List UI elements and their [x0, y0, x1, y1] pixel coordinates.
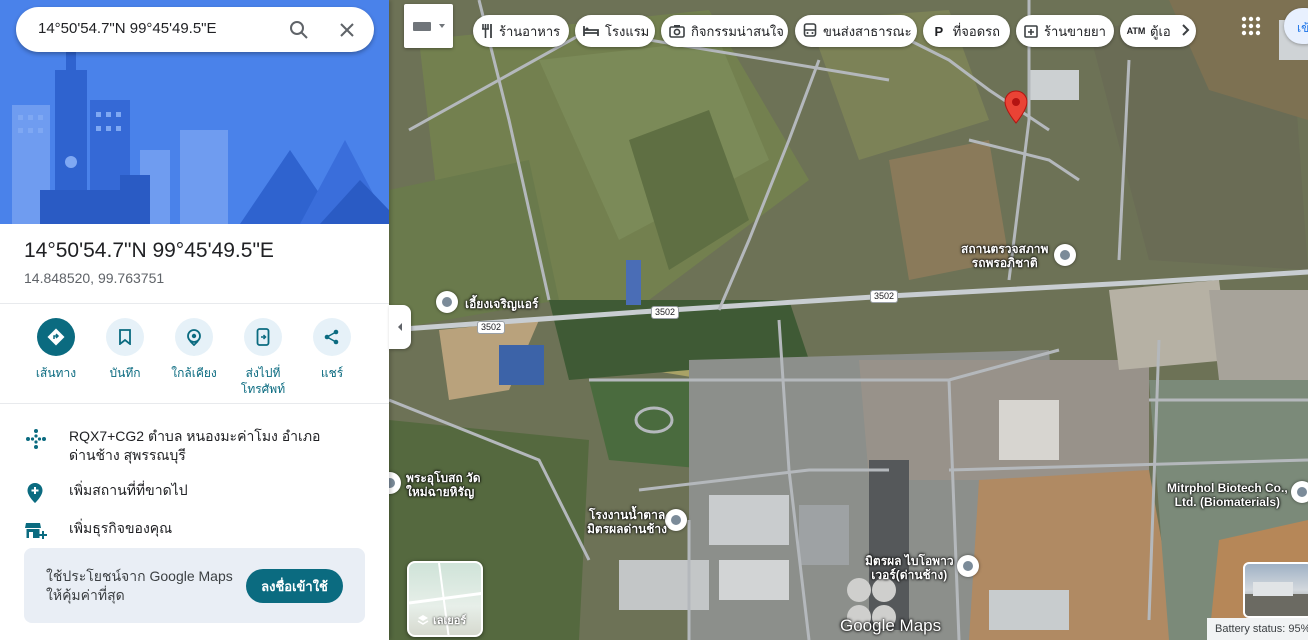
layers-icon	[417, 615, 429, 625]
send-to-phone-button[interactable]: ส่งไปที่โทรศัพท์	[228, 318, 298, 397]
directions-button[interactable]: เส้นทาง	[21, 318, 91, 381]
camera-icon	[669, 23, 685, 39]
side-panel: 14°50'54.7"N 99°45'49.5"E 14.848520, 99.…	[0, 0, 389, 640]
close-icon[interactable]	[334, 17, 360, 43]
plus-code-row[interactable]: RQX7+CG2 ตำบล หนองมะค่าโมง อำเภอด่านช้าง…	[0, 427, 389, 465]
add-business-row[interactable]: เพิ่มธุรกิจของคุณ	[0, 519, 389, 543]
poi-marker[interactable]	[1054, 244, 1076, 266]
share-icon	[313, 318, 351, 356]
chevron-left-icon	[398, 323, 402, 331]
chip-label: ที่จอดรถ	[952, 23, 1000, 39]
poi-label[interactable]: Mitrphol Biotech Co., Ltd. (Biomaterials…	[1167, 481, 1288, 509]
poi-label[interactable]: พระอุโบสถ วัด ใหม่ฉายหิรัญ	[406, 471, 481, 499]
chip-hotels[interactable]: โรงแรม	[575, 15, 655, 47]
save-label: บันทึก	[109, 366, 141, 380]
poi-marker[interactable]	[1291, 481, 1308, 503]
layers-label: เลเยอร์	[433, 615, 467, 627]
sign-in-button[interactable]: ลงชื่อเข้าใช้	[246, 569, 343, 603]
poi-marker[interactable]	[436, 291, 458, 313]
transit-icon	[803, 23, 817, 39]
road-shield: 3502	[870, 290, 899, 303]
chip-restaurants[interactable]: ร้านอาหาร	[473, 15, 569, 47]
layers-button[interactable]: เลเยอร์	[407, 561, 483, 637]
keyboard-icon	[412, 22, 445, 31]
restaurant-icon	[481, 23, 493, 39]
chip-label: กิจกรรมน่าสนใจ	[691, 23, 784, 39]
collapse-panel-button[interactable]	[389, 305, 411, 349]
add-missing-place-text: เพิ่มสถานที่ที่ขาดไป	[69, 482, 188, 498]
place-coordinates: 14.848520, 99.763751	[24, 270, 165, 286]
bookmark-icon	[106, 318, 144, 356]
chip-label: ตู้เอ	[1150, 23, 1171, 39]
poi-marker[interactable]	[957, 555, 979, 577]
parking-icon: P	[934, 23, 944, 39]
chip-label: ร้านขายยา	[1044, 23, 1106, 39]
chip-pharmacies[interactable]: ร้านขายยา	[1016, 15, 1114, 47]
search-input[interactable]	[38, 20, 278, 37]
keyboard-toggle-button[interactable]	[404, 4, 453, 48]
street-view-preview	[1245, 582, 1308, 616]
road-shield: 3502	[477, 321, 506, 334]
directions-label: เส้นทาง	[35, 366, 77, 380]
poi-label[interactable]: สถานตรวจสภาพ รถพรอภิชาติ	[961, 242, 1048, 270]
nearby-icon	[175, 318, 213, 356]
chip-things-to-do[interactable]: กิจกรรมน่าสนใจ	[661, 15, 788, 47]
location-pin-icon[interactable]	[1004, 90, 1028, 124]
chip-label: ขนส่งสาธารณะ	[823, 23, 912, 39]
google-apps-icon[interactable]	[1240, 15, 1262, 37]
chip-atms[interactable]: ATM ตู้เอ	[1120, 15, 1196, 47]
google-maps-logo: Google Maps	[840, 616, 942, 635]
sign-in-promo: ใช้ประโยชน์จาก Google Maps ให้คุ้มค่าที่…	[24, 548, 365, 623]
save-button[interactable]: บันทึก	[90, 318, 160, 381]
add-business-icon	[24, 519, 48, 543]
poi-label[interactable]: เอี้ยงเจริญแอร์	[465, 297, 538, 311]
add-location-icon	[24, 481, 48, 505]
directions-icon	[37, 318, 75, 356]
send-to-phone-label: ส่งไปที่โทรศัพท์	[240, 366, 286, 396]
send-to-phone-icon	[244, 318, 282, 356]
poi-marker[interactable]	[665, 509, 687, 531]
chip-parking[interactable]: P ที่จอดรถ	[923, 15, 1010, 47]
share-button[interactable]: แชร์	[297, 318, 367, 381]
divider	[0, 303, 389, 304]
pharmacy-icon	[1024, 23, 1038, 39]
street-view-thumbnail[interactable]	[1243, 562, 1308, 618]
road-shield: 3502	[651, 306, 680, 319]
chevron-right-icon[interactable]	[1180, 23, 1190, 40]
search-icon[interactable]	[286, 17, 312, 43]
poi-label[interactable]: โรงงานน้ำตาล มิตรผลด่านช้าง	[587, 508, 667, 536]
divider	[0, 403, 389, 404]
atm-icon: ATM	[1126, 26, 1146, 36]
nearby-label: ใกล้เคียง	[171, 366, 217, 380]
hotel-icon	[583, 23, 599, 39]
plus-code-icon	[24, 427, 48, 451]
add-missing-place-row[interactable]: เพิ่มสถานที่ที่ขาดไป	[0, 481, 389, 505]
search-box	[16, 7, 374, 52]
place-title: 14°50'54.7"N 99°45'49.5"E	[24, 239, 274, 262]
nearby-button[interactable]: ใกล้เคียง	[159, 318, 229, 381]
satellite-imagery	[389, 0, 1308, 640]
add-business-text: เพิ่มธุรกิจของคุณ	[69, 520, 173, 536]
chip-label: โรงแรม	[605, 23, 650, 39]
plus-code-text: RQX7+CG2 ตำบล หนองมะค่าโมง อำเภอด่านช้าง…	[69, 428, 321, 463]
map-canvas[interactable]: 3502 3502 3502 สถานตรวจสภาพ รถพรอภิชาติ …	[389, 0, 1308, 640]
poi-label[interactable]: มิตรผล ไบโอพาว เวอร์(ด่านช้าง)	[865, 554, 954, 582]
battery-status: Battery status: 95%	[1207, 618, 1308, 640]
chip-label: ร้านอาหาร	[499, 23, 561, 39]
chip-transit[interactable]: ขนส่งสาธารณะ	[795, 15, 917, 47]
share-label: แชร์	[320, 366, 344, 380]
layers-label-wrap: เลเยอร์	[417, 611, 466, 629]
promo-text: ใช้ประโยชน์จาก Google Maps ให้คุ้มค่าที่…	[46, 568, 233, 603]
